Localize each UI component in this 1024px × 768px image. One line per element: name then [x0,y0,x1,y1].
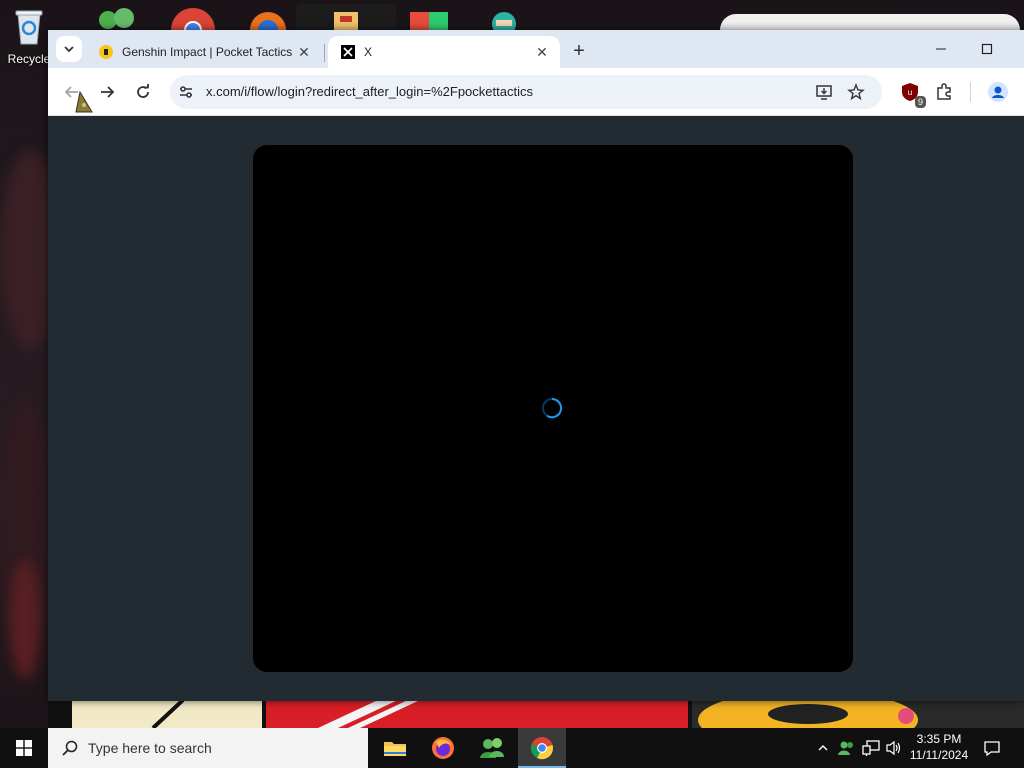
character-icon[interactable] [484,4,530,30]
file-explorer-icon [384,742,406,756]
chrome-icon [530,737,553,760]
x-favicon [340,44,356,60]
tab-title: Genshin Impact | Pocket Tactics [122,45,293,59]
page-content [48,116,1024,701]
recycle-bin[interactable]: Recycle [4,6,54,66]
network-icon[interactable] [861,738,881,758]
recycle-bin-label: Recycle [7,52,51,66]
wallpaper-strip [48,700,1024,728]
taskbar: Type here to search 3:35 PM 11/11/2024 [0,728,1024,768]
people-icon[interactable] [94,4,140,30]
chevron-down-icon [64,46,74,53]
avatar-icon [988,82,1008,102]
close-tab-icon[interactable]: ✕ [532,42,552,62]
plus-icon: + [573,39,585,62]
maximize-button[interactable] [964,30,1010,68]
firefox-icon [432,737,454,759]
forward-arrow-icon [101,86,115,98]
tab-search-button[interactable] [56,36,82,62]
browser-toolbar: x.com/i/flow/login?redirect_after_login=… [48,68,1024,116]
reload-icon [137,84,149,98]
tab-title: X [364,45,373,59]
forward-button[interactable] [93,78,121,106]
toolbar-divider [970,82,971,102]
taskbar-people-app[interactable] [468,728,516,768]
people-app-icon [480,738,504,758]
install-app-icon[interactable] [814,82,834,102]
bookmark-star-icon[interactable] [846,82,866,102]
minimize-icon [936,48,946,50]
show-hidden-icons-button[interactable] [813,738,833,758]
ublock-extension-icon[interactable]: u 9 [898,80,926,108]
clock-date: 11/11/2024 [909,748,969,762]
extensions-button[interactable] [932,80,956,104]
tray-people-icon[interactable] [837,738,857,758]
taskbar-firefox[interactable] [419,728,467,768]
maximize-icon [981,43,993,55]
close-tab-icon[interactable]: ✕ [294,42,314,62]
chrome-icon[interactable] [170,4,216,30]
url-text[interactable]: x.com/i/flow/login?redirect_after_login=… [206,84,533,99]
taskbar-file-explorer[interactable] [371,728,419,768]
windows-icon [16,740,32,756]
pocket-tactics-favicon [98,44,114,60]
tab-pocket-tactics[interactable]: Genshin Impact | Pocket Tactics ✕ [86,36,322,68]
profile-button[interactable] [986,80,1010,104]
site-settings-icon[interactable] [176,82,196,102]
search-placeholder: Type here to search [88,740,212,756]
browser-window: Genshin Impact | Pocket Tactics ✕ X ✕ + [48,30,1024,701]
wallpaper-shape [720,14,1020,30]
search-icon [60,738,80,758]
wallpaper-shape [10,560,40,680]
browser-icon[interactable] [246,4,292,30]
tab-divider [324,44,325,62]
system-clock[interactable]: 3:35 PM 11/11/2024 [900,731,978,763]
app-icon[interactable] [296,4,396,30]
tab-x[interactable]: X ✕ [328,36,560,68]
svg-text:u: u [908,88,912,97]
login-modal [253,145,853,672]
new-tab-button[interactable]: + [566,38,592,64]
notifications-button[interactable] [980,736,1004,760]
clock-time: 3:35 PM [916,732,962,746]
tab-strip: Genshin Impact | Pocket Tactics ✕ X ✕ + [48,30,1024,68]
chevron-up-icon [818,745,828,751]
start-button[interactable] [0,728,48,768]
recycle-bin-icon [13,6,45,46]
extension-badge: 9 [914,96,926,108]
minimize-button[interactable] [918,30,964,68]
reload-button[interactable] [129,78,157,106]
puzzle-icon [937,83,951,100]
notification-icon [984,741,1000,757]
taskbar-search[interactable]: Type here to search [48,728,368,768]
taskbar-chrome[interactable] [518,728,566,768]
loading-spinner-icon [542,398,563,419]
shield-app-icon[interactable] [406,4,452,30]
address-bar[interactable]: x.com/i/flow/login?redirect_after_login=… [170,75,882,109]
